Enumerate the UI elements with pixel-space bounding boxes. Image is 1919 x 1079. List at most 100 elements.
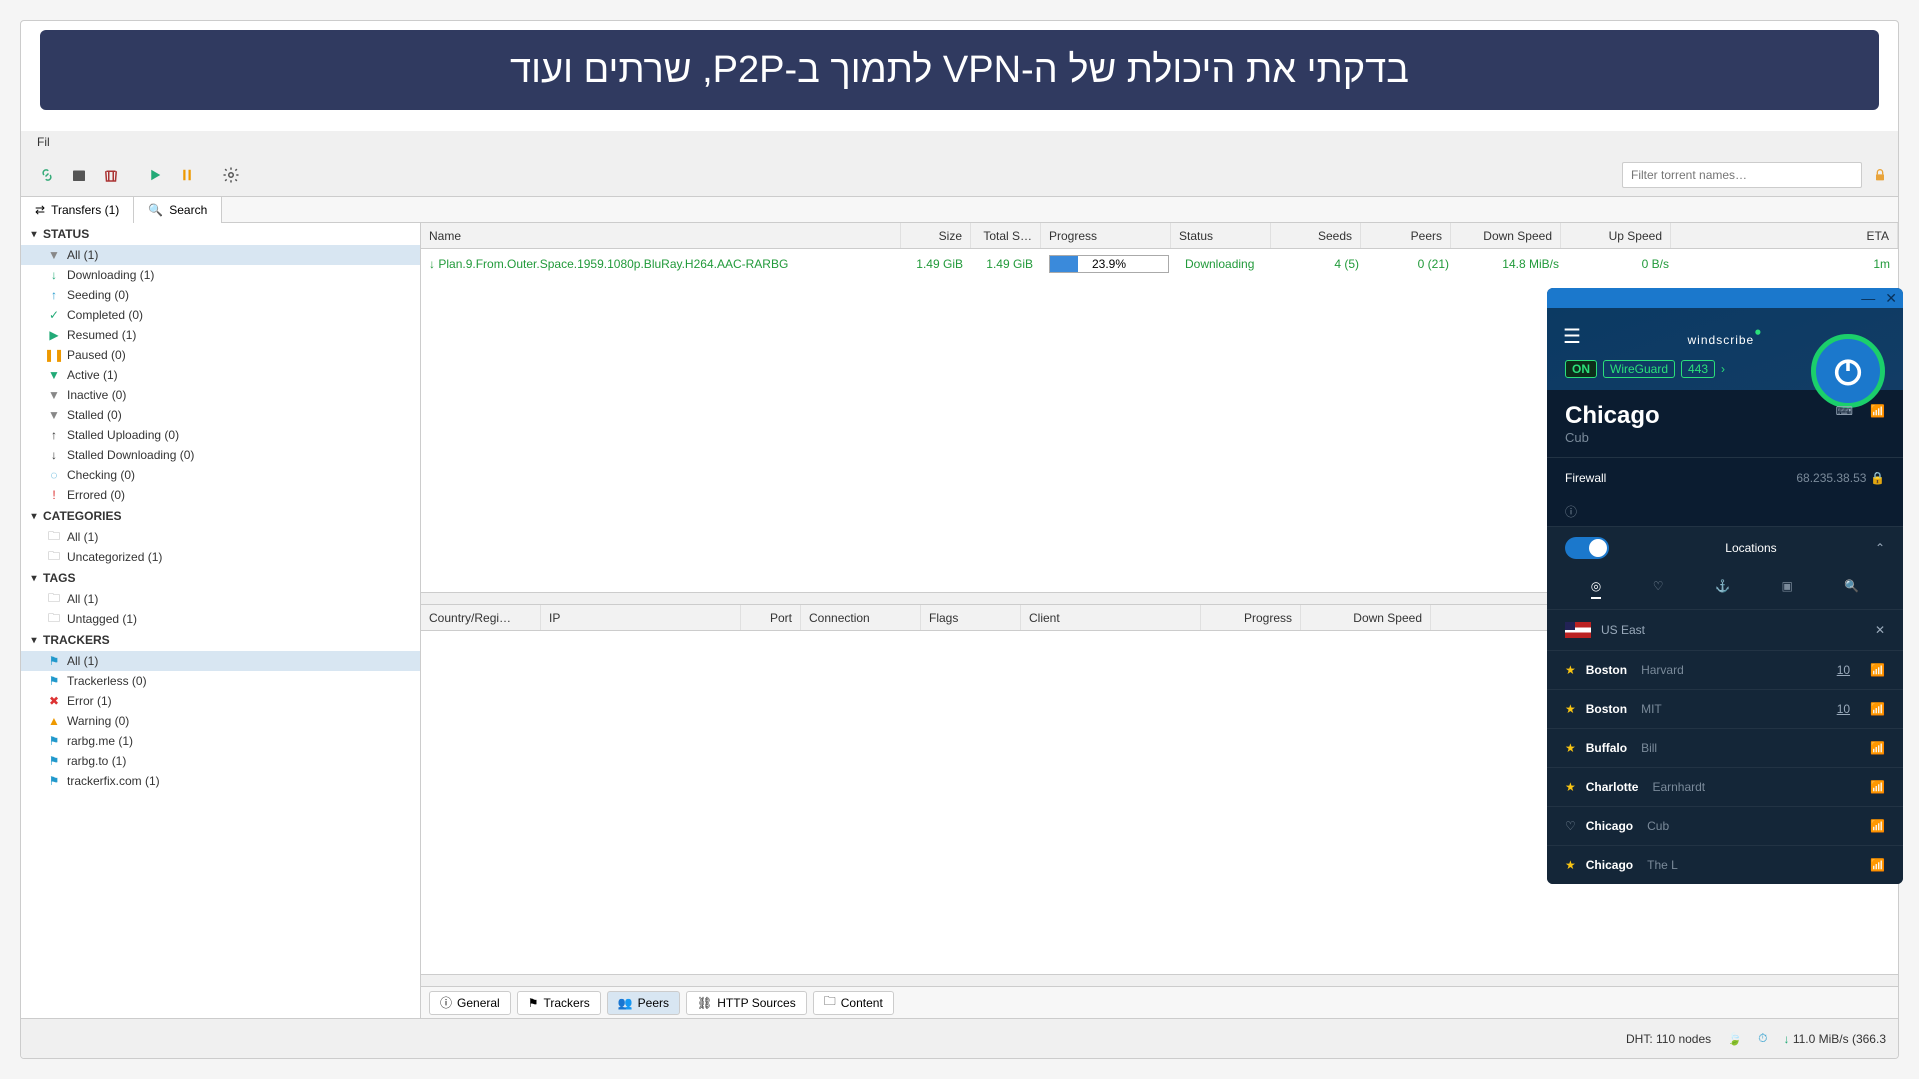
vpn-minimize-icon[interactable]: — [1861, 290, 1875, 306]
signal-icon: 📶 [1870, 404, 1885, 418]
dtab-http[interactable]: ⛓HTTP Sources [686, 991, 807, 1015]
lock-icon[interactable] [1872, 167, 1888, 183]
sidebar-stalled[interactable]: ▼Stalled (0) [21, 405, 420, 425]
categories-header[interactable]: ▾CATEGORIES [21, 505, 420, 527]
pcol-port[interactable]: Port [741, 605, 801, 630]
dtab-content[interactable]: 🗀Content [813, 991, 894, 1015]
sidebar-tracker-trackerfix[interactable]: ⚑trackerfix.com (1) [21, 771, 420, 791]
keyboard-icon[interactable]: ⌨ [1836, 404, 1853, 418]
torrent-row[interactable]: ↓ Plan.9.From.Outer.Space.1959.1080p.Blu… [421, 249, 1898, 279]
speed-icon[interactable]: ⏱ [1758, 1031, 1767, 1046]
info-circle-icon[interactable]: ⓘ [1547, 497, 1903, 526]
sidebar-seeding[interactable]: ↑Seeding (0) [21, 285, 420, 305]
vpn-close-icon[interactable]: ✕ [1885, 290, 1897, 307]
col-seeds[interactable]: Seeds [1271, 223, 1361, 248]
sidebar-tag-untagged[interactable]: 🗀Untagged (1) [21, 609, 420, 629]
loc-name: Boston [1586, 702, 1627, 716]
filter-input[interactable] [1631, 163, 1837, 187]
dtab-peers[interactable]: 👥Peers [607, 991, 680, 1015]
sidebar-errored[interactable]: !Errored (0) [21, 485, 420, 505]
folder-icon: 🗀 [47, 550, 61, 564]
col-status[interactable]: Status [1171, 223, 1271, 248]
sidebar-checking[interactable]: ◌Checking (0) [21, 465, 420, 485]
sidebar-tracker-rarbg-to[interactable]: ⚑rarbg.to (1) [21, 751, 420, 771]
hamburger-icon[interactable]: ☰ [1563, 324, 1581, 349]
sidebar-completed[interactable]: ✓Completed (0) [21, 305, 420, 325]
pause-icon[interactable] [175, 163, 199, 187]
status-header[interactable]: ▾STATUS [21, 223, 420, 245]
dtab-trackers[interactable]: ⚑Trackers [517, 991, 601, 1015]
sidebar-downloading[interactable]: ↓Downloading (1) [21, 265, 420, 285]
col-total[interactable]: Total S… [971, 223, 1041, 248]
vpn-location-item[interactable]: ★ Buffalo Bill 📶 [1547, 728, 1903, 767]
pcol-conn[interactable]: Connection [801, 605, 921, 630]
vpn-filter-icons: ◎ ♡ ⚓ ▣ 🔍 [1547, 569, 1903, 609]
pcol-progress[interactable]: Progress [1201, 605, 1301, 630]
tab-transfers[interactable]: ⇄ Transfers (1) [21, 197, 134, 223]
delete-icon[interactable] [99, 163, 123, 187]
heart-icon[interactable]: ♡ [1653, 579, 1664, 599]
peers-scrollbar[interactable] [421, 974, 1898, 986]
sidebar-tracker-warning[interactable]: ▲Warning (0) [21, 711, 420, 731]
vpn-protocol[interactable]: WireGuard [1603, 360, 1675, 378]
config-icon[interactable]: ▣ [1781, 579, 1792, 599]
warning-icon: ▲ [47, 714, 61, 728]
sidebar-tag-all[interactable]: 🗀All (1) [21, 589, 420, 609]
pcol-client[interactable]: Client [1021, 605, 1201, 630]
flag-us-icon [1565, 622, 1591, 638]
sidebar-inactive[interactable]: ▼Inactive (0) [21, 385, 420, 405]
folder-small-icon: 🗀 [824, 992, 836, 1013]
pcol-ip[interactable]: IP [541, 605, 741, 630]
col-progress[interactable]: Progress [1041, 223, 1171, 248]
sidebar-status-all[interactable]: ▼All (1) [21, 245, 420, 265]
col-name[interactable]: Name [421, 223, 901, 248]
anchor-icon[interactable]: ⚓ [1715, 579, 1730, 599]
col-down[interactable]: Down Speed [1451, 223, 1561, 248]
sidebar-tracker-all[interactable]: ⚑All (1) [21, 651, 420, 671]
add-torrent-icon[interactable] [67, 163, 91, 187]
chevron-up-icon[interactable]: ⌃ [1875, 541, 1885, 555]
col-up[interactable]: Up Speed [1561, 223, 1671, 248]
vpn-toggle[interactable] [1565, 537, 1609, 559]
pcol-flags[interactable]: Flags [921, 605, 1021, 630]
sidebar-cat-uncat[interactable]: 🗀Uncategorized (1) [21, 547, 420, 567]
col-eta[interactable]: ETA [1671, 223, 1898, 248]
add-link-icon[interactable] [35, 163, 59, 187]
sidebar-tracker-rarbg-me[interactable]: ⚑rarbg.me (1) [21, 731, 420, 751]
vpn-location-item[interactable]: ★ Charlotte Earnhardt 📶 [1547, 767, 1903, 806]
sidebar-resumed[interactable]: ▶Resumed (1) [21, 325, 420, 345]
sidebar-paused[interactable]: ❚❚Paused (0) [21, 345, 420, 365]
resume-icon[interactable] [143, 163, 167, 187]
chevron-right-icon[interactable]: › [1721, 362, 1725, 376]
pcol-down[interactable]: Down Speed [1301, 605, 1431, 630]
vpn-location-item[interactable]: ★ Boston MIT 10 📶 [1547, 689, 1903, 728]
compass-icon[interactable]: ◎ [1591, 579, 1601, 599]
sidebar-tracker-error[interactable]: ✖Error (1) [21, 691, 420, 711]
vpn-location-item[interactable]: ♡ Chicago Cub 📶 [1547, 806, 1903, 845]
sidebar-stalled-down[interactable]: ↓Stalled Downloading (0) [21, 445, 420, 465]
settings-icon[interactable] [219, 163, 243, 187]
trackers-header[interactable]: ▾TRACKERS [21, 629, 420, 651]
vpn-location-item[interactable]: ★ Chicago The L 📶 [1547, 845, 1903, 884]
leaf-icon[interactable]: 🍃 [1727, 1032, 1742, 1046]
tags-header[interactable]: ▾TAGS [21, 567, 420, 589]
sidebar-active[interactable]: ▼Active (1) [21, 365, 420, 385]
menu-file[interactable]: Fil [29, 135, 58, 149]
vpn-port[interactable]: 443 [1681, 360, 1715, 378]
sidebar-trackerless[interactable]: ⚑Trackerless (0) [21, 671, 420, 691]
sidebar-cat-all[interactable]: 🗀All (1) [21, 527, 420, 547]
loc-name: Charlotte [1586, 780, 1639, 794]
tab-search[interactable]: 🔍 Search [134, 197, 222, 223]
pcol-country[interactable]: Country/Regi… [421, 605, 541, 630]
vpn-location-item[interactable]: ★ Boston Harvard 10 📶 [1547, 650, 1903, 689]
vpn-locations-header[interactable]: Locations ⌃ [1547, 526, 1903, 569]
vpn-server-name: Cub [1565, 430, 1589, 445]
col-size[interactable]: Size [901, 223, 971, 248]
sidebar-stalled-up[interactable]: ↑Stalled Uploading (0) [21, 425, 420, 445]
col-peers[interactable]: Peers [1361, 223, 1451, 248]
vpn-region-header[interactable]: US East ✕ [1547, 609, 1903, 650]
dtab-general[interactable]: ⓘGeneral [429, 991, 511, 1015]
region-close-icon[interactable]: ✕ [1875, 623, 1885, 637]
search-small-icon[interactable]: 🔍 [1844, 579, 1859, 599]
vpn-locations-panel: Locations ⌃ ◎ ♡ ⚓ ▣ 🔍 US East ✕ ★ Boston… [1547, 526, 1903, 884]
